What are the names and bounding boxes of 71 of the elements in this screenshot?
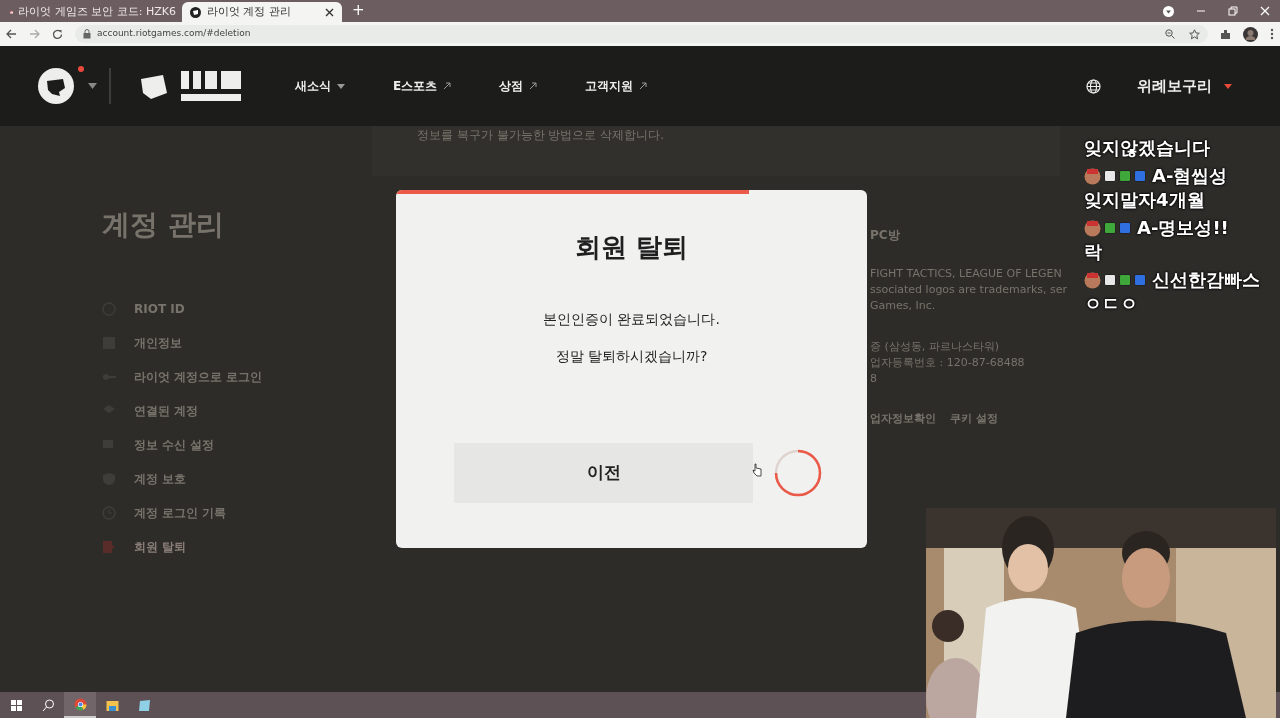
- modal-message: 본인인증이 완료되었습니다.: [543, 310, 720, 329]
- new-tab-button[interactable]: +: [352, 0, 365, 21]
- puzzle-icon[interactable]: [1220, 28, 1231, 40]
- sidebar-item[interactable]: 연결된 계정: [102, 394, 372, 428]
- sidebar-item[interactable]: 회원 탈퇴: [102, 530, 372, 564]
- caret-icon: [337, 83, 345, 89]
- nav-link[interactable]: 고객지원: [585, 77, 648, 95]
- menu-item-icon: [102, 540, 116, 554]
- profile-avatar[interactable]: [1243, 26, 1258, 42]
- riot-games-logo[interactable]: [141, 69, 243, 103]
- chat-username: A-혐씹성: [1152, 164, 1228, 188]
- footer-link[interactable]: 업자정보확인: [870, 411, 936, 428]
- page-title: 계정 관리: [102, 207, 225, 243]
- folder-icon: [105, 698, 119, 712]
- footer-text: Games, Inc.: [870, 298, 937, 314]
- browser-tab[interactable]: 라이엇 계정 관리: [182, 2, 342, 22]
- notice-text: 정보를 복구가 불가능한 방법으로 삭제합니다.: [417, 127, 666, 144]
- reload-icon[interactable]: [52, 28, 63, 40]
- chat-message: 잊지말자4개월: [1084, 188, 1206, 212]
- footer-text: ssociated logos are trademarks, ser: [870, 282, 1069, 298]
- sidebar-item[interactable]: 라이엇 계정으로 로그인: [102, 360, 372, 394]
- user-avatar: [1084, 219, 1101, 237]
- chat-username: A-명보성!!: [1137, 216, 1229, 240]
- user-avatar: [1084, 271, 1101, 289]
- sidebar-item[interactable]: 계정 로그인 기록: [102, 496, 372, 530]
- footer-text: 증 (삼성동, 파르나스타워): [870, 339, 1001, 355]
- app-icon: [137, 698, 151, 712]
- user-avatar: [1084, 167, 1101, 185]
- chat-message: ㅇㄷㅇ: [1084, 292, 1139, 316]
- modal-title: 회원 탈퇴: [574, 231, 689, 264]
- external-link-icon: [529, 82, 538, 90]
- footer-link[interactable]: 쿠키 설정: [950, 411, 998, 428]
- menu-icon[interactable]: [1270, 28, 1274, 40]
- taskbar-button[interactable]: [64, 692, 96, 718]
- restore-icon[interactable]: [1228, 6, 1238, 16]
- caret-icon[interactable]: [88, 83, 97, 89]
- back-button[interactable]: 이전: [454, 443, 753, 503]
- fist-icon: [190, 6, 201, 18]
- search-icon: [41, 698, 55, 712]
- sidebar-item[interactable]: 개인정보: [102, 326, 372, 360]
- external-link-icon: [443, 82, 452, 90]
- modal-message: 정말 탈퇴하시겠습니까?: [555, 347, 708, 366]
- nav-link[interactable]: 새소식: [295, 77, 345, 95]
- user-menu[interactable]: 위례보구리: [1137, 74, 1232, 98]
- chat-username: 신선한감빠스: [1152, 268, 1260, 292]
- nav-link[interactable]: E스포츠: [393, 77, 452, 95]
- footer-text: FIGHT TACTICS, LEAGUE OF LEGEN: [870, 266, 1063, 282]
- hand-cursor-icon: [752, 463, 762, 477]
- chrome-icon: [73, 697, 87, 711]
- windows-icon: [9, 698, 23, 712]
- browser-tab[interactable]: 라이엇 게임즈 보안 코드: HZK6: [4, 2, 182, 22]
- footer-text: 업자등록번호 : 120-87-68488: [870, 355, 1026, 371]
- sidebar-item[interactable]: RIOT ID: [102, 292, 372, 326]
- chat-message: 락: [1084, 240, 1103, 264]
- footer-heading: PC방: [870, 227, 901, 244]
- footer-text: 8: [870, 371, 878, 387]
- zoom-out-icon[interactable]: [1165, 29, 1175, 39]
- tab-search-icon[interactable]: [1163, 5, 1174, 17]
- nav-link[interactable]: 상점: [499, 77, 538, 95]
- address-field[interactable]: account.riotgames.com/#deletion: [75, 25, 1208, 43]
- chat-message: 잊지않겠습니다: [1084, 136, 1211, 160]
- external-link-icon: [639, 82, 648, 90]
- close-icon[interactable]: [325, 7, 334, 17]
- globe-icon[interactable]: [1086, 78, 1101, 94]
- sidebar-item[interactable]: 계정 보호: [102, 462, 372, 496]
- lock-icon: [83, 29, 91, 39]
- back-icon[interactable]: [6, 29, 17, 39]
- riot-fist-logo[interactable]: [38, 68, 74, 104]
- caret-icon: [1224, 83, 1232, 89]
- star-icon[interactable]: [1189, 28, 1200, 40]
- sidebar-item[interactable]: 정보 수신 설정: [102, 428, 372, 462]
